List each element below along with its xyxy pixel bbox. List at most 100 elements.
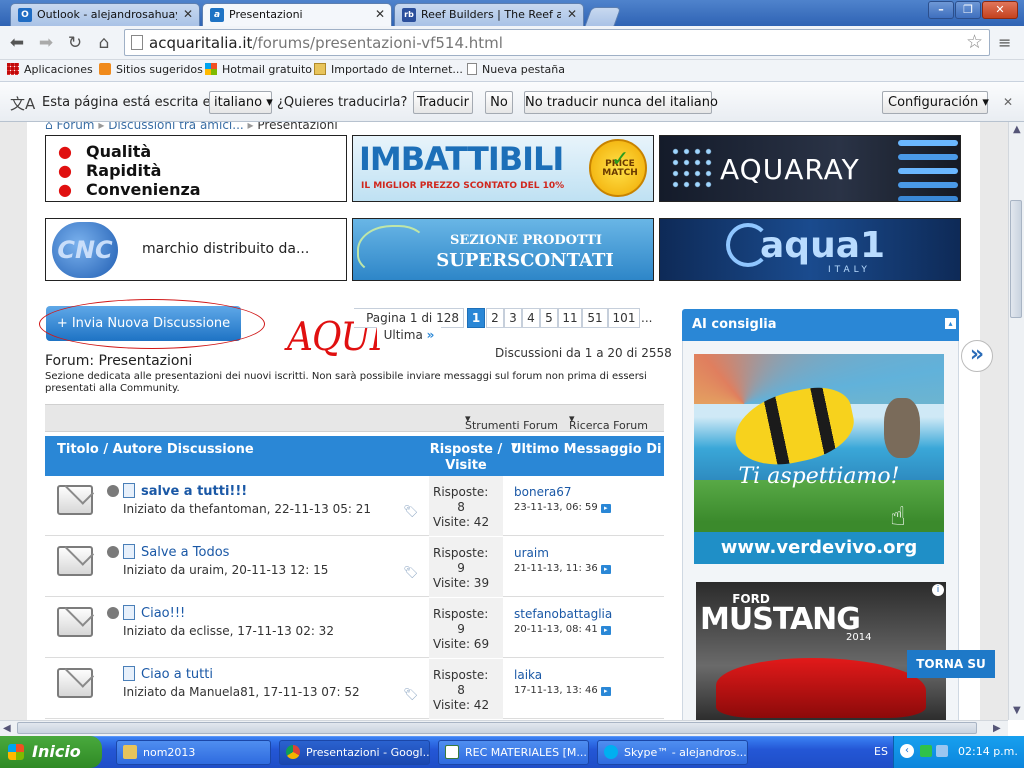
thread-menu-icon[interactable]	[107, 485, 119, 497]
banner-qualita[interactable]: ● Qualità ● Rapidità ● Convenienza	[45, 135, 347, 202]
address-bar[interactable]: acquaritalia.it/forums/presentazioni-vf5…	[124, 29, 990, 56]
reload-icon[interactable]: ↻	[64, 32, 86, 54]
page-3-button[interactable]: 3	[504, 308, 522, 328]
horizontal-scroll-thumb[interactable]	[17, 722, 977, 734]
back-arrow-icon[interactable]: ⬅	[6, 32, 28, 54]
column-replies[interactable]: Risposte /	[429, 442, 503, 457]
page-4-button[interactable]: 4	[522, 308, 540, 328]
page-11-button[interactable]: 11	[558, 308, 582, 328]
chrome-menu-icon[interactable]: ≡	[998, 33, 1016, 52]
table-row[interactable]: Salve a Todos Iniziato da uraim, 20-11-1…	[45, 537, 664, 597]
ad-verdevivo[interactable]: Ti aspettiamo! www.verdevivo.org ☝	[694, 354, 944, 564]
bookmark-sitios-sugeridos[interactable]: Sitios sugeridos	[99, 63, 203, 79]
forum-search-menu[interactable]: Ricerca Forum ▾	[569, 412, 648, 432]
page-101-button[interactable]: 101	[608, 308, 640, 328]
scroll-down-icon[interactable]: ▼	[1013, 705, 1021, 716]
thread-menu-icon[interactable]	[107, 546, 119, 558]
next-page-arrow-icon[interactable]: »	[961, 340, 993, 372]
never-translate-button[interactable]: No traducir nunca del italiano	[524, 91, 718, 114]
ad-info-icon[interactable]: i	[932, 584, 944, 596]
close-tab-icon[interactable]: ✕	[567, 7, 577, 21]
tag-icon[interactable]: 🏷	[403, 687, 418, 701]
maximize-button[interactable]: ❐	[955, 1, 981, 19]
language-select[interactable]: italiano ▾	[209, 91, 273, 114]
forum-tools-menu[interactable]: Strumenti Forum ▾	[465, 412, 558, 432]
last-post-user-link[interactable]: stefanobattaglia	[514, 607, 612, 621]
page-5-button[interactable]: 5	[540, 308, 558, 328]
minimize-button[interactable]: –	[928, 1, 954, 19]
taskbar-item-excel[interactable]: REC MATERIALES [M...	[438, 740, 589, 765]
vertical-scroll-thumb[interactable]	[1010, 200, 1022, 318]
back-to-top-button[interactable]: TORNA SU	[907, 650, 995, 678]
start-button[interactable]: Inicio	[0, 736, 102, 768]
shield-icon[interactable]	[920, 745, 932, 757]
language-indicator[interactable]: ES	[874, 745, 888, 758]
thread-table-header: Titolo / Autore Discussione Risposte / V…	[45, 436, 664, 476]
breadcrumb-discussioni[interactable]: Discussioni tra amici...	[108, 122, 244, 132]
banner-aquaray[interactable]: AQUARAY	[659, 135, 961, 202]
bookmark-importado[interactable]: Importado de Internet...	[314, 63, 463, 79]
banner-cnc[interactable]: CNC marchio distribuito da...	[45, 218, 347, 281]
page-2-button[interactable]: 2	[486, 308, 504, 328]
home-icon[interactable]: ⌂	[45, 122, 53, 132]
banner-aqua1[interactable]: aqua1 ITALY	[659, 218, 961, 281]
translate-button[interactable]: Traducir	[413, 91, 473, 114]
thread-title-link[interactable]: Ciao a tutti	[141, 667, 213, 682]
forward-arrow-icon[interactable]: ➡	[35, 32, 57, 54]
collapse-icon[interactable]: ▴	[945, 318, 956, 329]
column-title[interactable]: Titolo / Autore Discussione	[57, 442, 254, 457]
tab-outlook[interactable]: O Outlook - alejandrosahuaya@ ✕	[10, 3, 200, 26]
taskbar-item-skype[interactable]: Skype™ - alejandros...	[597, 740, 748, 765]
close-tab-icon[interactable]: ✕	[375, 7, 385, 21]
go-to-last-post-icon[interactable]: ▸	[600, 565, 611, 574]
bookmark-apps[interactable]: Aplicaciones	[7, 63, 93, 79]
tray-expand-icon[interactable]: ‹	[900, 744, 914, 758]
last-post-user-link[interactable]: bonera67	[514, 485, 572, 499]
translate-message: Esta página está escrita en	[42, 95, 219, 110]
last-post-user-link[interactable]: laika	[514, 668, 542, 682]
page-1-button[interactable]: 1	[467, 308, 485, 328]
taskbar-item-chrome[interactable]: Presentazioni - Googl...	[279, 740, 430, 765]
home-icon[interactable]: ⌂	[93, 32, 115, 54]
thread-title-link[interactable]: Salve a Todos	[141, 545, 229, 560]
tag-icon[interactable]: 🏷	[403, 565, 418, 579]
network-icon[interactable]	[936, 745, 948, 757]
column-views[interactable]: Visite	[429, 458, 503, 473]
bookmark-nueva-pestana[interactable]: Nueva pestaña	[467, 63, 565, 79]
thread-status-icon	[57, 546, 93, 576]
clock[interactable]: 02:14 p.m.	[958, 745, 1018, 758]
table-row[interactable]: Ciao a tutti Iniziato da Manuela81, 17-1…	[45, 659, 664, 719]
banner-imbattibili[interactable]: IMBATTIBILI IL MIGLIOR PREZZO SCONTATO D…	[352, 135, 654, 202]
close-tab-icon[interactable]: ✕	[183, 7, 193, 21]
close-infobar-icon[interactable]: ✕	[1003, 95, 1013, 109]
banner-superscontati[interactable]: SEZIONE PRODOTTI SUPERSCONTATI	[352, 218, 654, 281]
breadcrumb-forum[interactable]: Forum	[56, 122, 94, 132]
tag-icon[interactable]: 🏷	[403, 504, 418, 518]
go-to-last-post-icon[interactable]: ▸	[600, 626, 611, 635]
go-to-last-post-icon[interactable]: ▸	[600, 687, 611, 696]
close-window-button[interactable]: ✕	[982, 1, 1018, 19]
no-translate-button[interactable]: No	[485, 91, 513, 114]
taskbar-item-nom2013[interactable]: nom2013	[116, 740, 271, 765]
scroll-right-icon[interactable]: ▶	[993, 723, 1001, 734]
last-page-button[interactable]: Ultima »	[377, 326, 441, 346]
translate-settings-button[interactable]: Configuración ▾	[882, 91, 989, 114]
thread-title-link[interactable]: salve a tutti!!!	[141, 484, 247, 499]
table-row[interactable]: Ciao!!! Iniziato da eclisse, 17-11-13 02…	[45, 598, 664, 658]
thread-title-link[interactable]: Ciao!!!	[141, 606, 185, 621]
bookmark-hotmail[interactable]: Hotmail gratuito	[205, 63, 312, 79]
banner-cnc-text: marchio distribuito da...	[142, 241, 310, 257]
last-post-user-link[interactable]: uraim	[514, 546, 549, 560]
thread-menu-icon[interactable]	[107, 607, 119, 619]
page-51-button[interactable]: 51	[582, 308, 608, 328]
tab-reef-builders[interactable]: rb Reef Builders | The Reef and ✕	[394, 3, 584, 26]
tab-presentazioni[interactable]: a Presentazioni ✕	[202, 3, 392, 26]
page-icon	[131, 35, 143, 50]
new-tab-button[interactable]	[584, 7, 622, 26]
go-to-last-post-icon[interactable]: ▸	[600, 504, 611, 513]
scroll-left-icon[interactable]: ◀	[3, 723, 11, 734]
sidebar-title: AI consiglia	[692, 317, 777, 332]
table-row[interactable]: salve a tutti!!! Iniziato da thefantoman…	[45, 476, 664, 536]
scroll-up-icon[interactable]: ▲	[1013, 124, 1021, 135]
bookmark-star-icon[interactable]: ☆	[966, 31, 983, 53]
